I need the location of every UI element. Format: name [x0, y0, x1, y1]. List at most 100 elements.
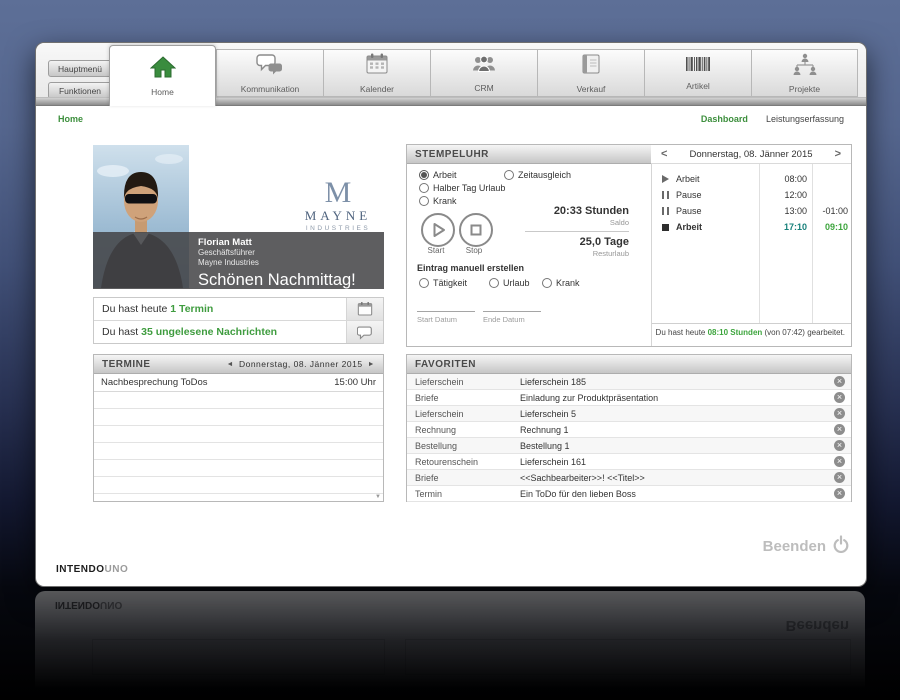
remove-favorite-icon[interactable]: ×: [834, 456, 845, 467]
barcode-icon: [685, 55, 711, 78]
mode-radio-arbeit[interactable]: [419, 170, 429, 180]
start-button[interactable]: [421, 213, 455, 247]
manual-label-urlaub: Urlaub: [503, 278, 530, 288]
favorite-row[interactable]: Briefe Einladung zur Produktpräsentation…: [407, 390, 851, 406]
mode-label-krank: Krank: [433, 196, 457, 206]
log-prev-day-icon[interactable]: <: [661, 145, 667, 164]
tab-crm[interactable]: CRM: [430, 49, 537, 97]
favorite-type: Lieferschein: [415, 408, 464, 419]
manual-radio-urlaub[interactable]: [489, 278, 499, 288]
appointment-row[interactable]: Nachbesprechung ToDos 15:00 Uhr: [94, 374, 383, 392]
termine-notice-text: Du hast heute 1 Termin: [94, 303, 346, 315]
mode-option-krank[interactable]: Krank: [419, 196, 457, 206]
termine-notice-row[interactable]: Du hast heute 1 Termin: [94, 298, 383, 320]
favorite-name: Einladung zur Produktpräsentation: [520, 392, 659, 403]
tab-home[interactable]: Home: [109, 45, 216, 106]
remove-favorite-icon[interactable]: ×: [834, 408, 845, 419]
favorite-name: <<Sachbearbeiter>>! <<Titel>>: [520, 472, 645, 483]
hauptmenu-button[interactable]: Hauptmenü: [48, 60, 112, 77]
manual-radio-taetigkeit[interactable]: [419, 278, 429, 288]
remove-favorite-icon[interactable]: ×: [834, 440, 845, 451]
prev-day-icon[interactable]: ◄: [227, 361, 234, 368]
mode-radio-zeitausgleich[interactable]: [504, 170, 514, 180]
mode-label-zeitausgleich: Zeitausgleich: [518, 170, 572, 180]
time-log: Arbeit 08:00 Pause 12:00 Pause 13:00 -01…: [652, 164, 853, 323]
tab-kalender[interactable]: Kalender: [323, 49, 430, 97]
pause-icon: [662, 191, 669, 199]
tab-projekte-label: Projekte: [788, 84, 821, 94]
mode-option-halber-tag-urlaub[interactable]: Halber Tag Urlaub: [419, 183, 505, 193]
stop-button-label: Stop: [465, 246, 483, 255]
tab-verkauf[interactable]: Verkauf: [537, 49, 644, 97]
remove-favorite-icon[interactable]: ×: [834, 376, 845, 387]
remove-favorite-icon[interactable]: ×: [834, 424, 845, 435]
profile-overlay: Florian Matt Geschäftsführer Mayne Indus…: [93, 232, 384, 289]
stop-button[interactable]: [459, 213, 493, 247]
window-reflection: INTENDOUNO Beenden: [35, 591, 865, 700]
favorite-name: Lieferschein 161: [520, 456, 587, 467]
manual-radio-krank[interactable]: [542, 278, 552, 288]
messages-notice-highlight[interactable]: 35 ungelesene Nachrichten: [141, 326, 277, 338]
termine-empty-row: [94, 494, 383, 510]
remove-favorite-icon[interactable]: ×: [834, 472, 845, 483]
beenden-button[interactable]: Beenden: [763, 535, 850, 558]
log-entry-label: Pause: [676, 190, 702, 200]
favorite-row[interactable]: Lieferschein Lieferschein 5 ×: [407, 406, 851, 422]
favoriten-header: FAVORITEN: [407, 355, 851, 374]
end-date-input[interactable]: [483, 299, 541, 312]
favorite-row[interactable]: Briefe <<Sachbearbeiter>>! <<Titel>> ×: [407, 470, 851, 486]
mode-option-zeitausgleich[interactable]: Zeitausgleich: [504, 170, 571, 180]
next-day-icon[interactable]: ►: [368, 361, 375, 368]
calendar-shortcut-button[interactable]: [346, 298, 383, 320]
mode-option-arbeit[interactable]: Arbeit: [419, 170, 457, 180]
log-summary-suffix: (von 07:42) gearbeitet.: [762, 328, 846, 337]
log-entry-delta: 09:10: [824, 222, 848, 232]
manual-option-taetigkeit[interactable]: Tätigkeit: [419, 278, 467, 288]
app-brand: INTENDOUNO: [56, 564, 128, 575]
manual-option-urlaub[interactable]: Urlaub: [489, 278, 530, 288]
tab-artikel[interactable]: Artikel: [644, 49, 751, 97]
stempeluhr-panel: STEMPELUHR < Donnerstag, 08. Jänner 2015…: [406, 144, 852, 347]
favorite-type: Retourenschein: [415, 456, 479, 467]
favorite-type: Briefe: [415, 392, 439, 403]
messages-notice-row[interactable]: Du hast 35 ungelesene Nachrichten: [94, 320, 383, 343]
mode-radio-halber-tag-urlaub[interactable]: [419, 183, 429, 193]
messages-notice-text: Du hast 35 ungelesene Nachrichten: [94, 326, 346, 338]
log-row: Pause 13:00 -01:00: [652, 203, 853, 219]
termine-panel: TERMINE ◄ Donnerstag, 08. Jänner 2015 ► …: [93, 354, 384, 502]
termine-notice-highlight[interactable]: 1 Termin: [170, 303, 213, 315]
messages-shortcut-button[interactable]: [346, 321, 383, 343]
favorite-name: Lieferschein 5: [520, 408, 577, 419]
tab-bar: Hauptmenü Funktionen Home Kommunikation: [36, 43, 866, 106]
favorite-name: Rechnung 1: [520, 424, 569, 435]
manual-label-krank: Krank: [556, 278, 580, 288]
favorite-row[interactable]: Rechnung Rechnung 1 ×: [407, 422, 851, 438]
favorite-row[interactable]: Retourenschein Lieferschein 161 ×: [407, 454, 851, 470]
breadcrumb-dashboard[interactable]: Dashboard: [701, 114, 748, 124]
reflection-panel-edge: [405, 639, 851, 675]
favorite-row[interactable]: Termin Ein ToDo für den lieben Boss ×: [407, 486, 851, 502]
hauptmenu-label: Hauptmenü: [58, 63, 102, 74]
scroll-down-icon[interactable]: ▼: [375, 494, 381, 500]
book-icon: [579, 52, 603, 81]
manual-option-krank[interactable]: Krank: [542, 278, 580, 288]
tab-projekte[interactable]: Projekte: [751, 49, 858, 97]
favoriten-title: FAVORITEN: [415, 358, 476, 370]
tab-kommunikation[interactable]: Kommunikation: [216, 49, 323, 97]
saldo-value: 20:33 Stunden: [553, 205, 629, 217]
breadcrumb-home[interactable]: Home: [58, 114, 83, 124]
notices-box: Du hast heute 1 Termin Du hast 35 ungele…: [93, 297, 384, 344]
people-icon: [470, 53, 498, 80]
start-date-input[interactable]: [417, 299, 475, 312]
termine-date-nav: ◄ Donnerstag, 08. Jänner 2015 ►: [227, 359, 375, 369]
favoriten-panel: FAVORITEN Lieferschein Lieferschein 185 …: [406, 354, 852, 502]
remove-favorite-icon[interactable]: ×: [834, 392, 845, 403]
favorite-row[interactable]: Lieferschein Lieferschein 185 ×: [407, 374, 851, 390]
logo-monogram: M: [324, 176, 352, 209]
log-next-day-icon[interactable]: >: [835, 145, 841, 164]
remove-favorite-icon[interactable]: ×: [834, 488, 845, 499]
breadcrumb-leistungserfassung[interactable]: Leistungserfassung: [766, 114, 844, 124]
app-window: Hauptmenü Funktionen Home Kommunikation: [35, 42, 867, 587]
mode-radio-krank[interactable]: [419, 196, 429, 206]
favorite-row[interactable]: Bestellung Bestellung 1 ×: [407, 438, 851, 454]
